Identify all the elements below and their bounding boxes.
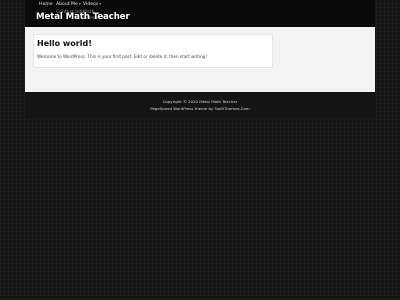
nav-item-label: Videos xyxy=(83,2,99,7)
footer-credit-link[interactable]: PageSpeed WordPress theme by SwiftThemes… xyxy=(25,106,375,111)
post-title[interactable]: Hello world! xyxy=(37,39,92,48)
main-content: Hello world! Welcome to WordPress. This … xyxy=(25,27,375,92)
site-title[interactable]: Metal Math Teacher xyxy=(36,12,130,22)
chevron-down-icon: ▾ xyxy=(99,2,102,6)
nav-item-label: About Me xyxy=(56,2,78,7)
footer-copyright: Copyright © 2020 Metal Math Teacher xyxy=(162,99,238,104)
nav-item-home[interactable]: Home xyxy=(39,2,53,7)
nav-item-videos[interactable]: Videos▾ xyxy=(83,2,101,7)
post-card: Hello world! Welcome to WordPress. This … xyxy=(33,34,273,68)
site-footer: Copyright © 2020 Metal Math Teacher Page… xyxy=(25,92,375,116)
page-wrapper: Home About Me▾ Videos▾ Contact Info Math… xyxy=(25,0,375,116)
nav-item-label: Home xyxy=(39,2,53,7)
nav-item-about-me[interactable]: About Me▾ xyxy=(56,2,81,7)
post-excerpt: Welcome to WordPress. This is your first… xyxy=(37,54,208,59)
chevron-down-icon: ▾ xyxy=(78,2,81,6)
site-header: Home About Me▾ Videos▾ Contact Info Math… xyxy=(25,0,375,27)
